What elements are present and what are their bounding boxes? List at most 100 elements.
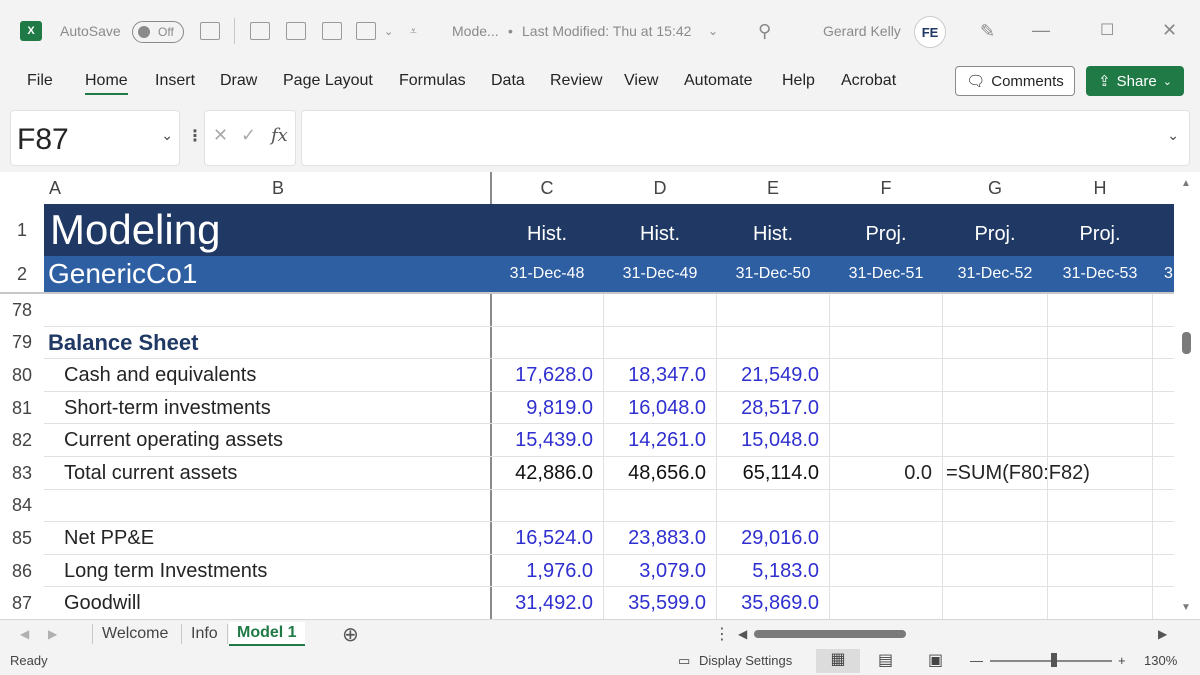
vertical-scroll-thumb[interactable] [1182, 332, 1191, 354]
row-header-82[interactable]: 82 [0, 424, 44, 457]
menu-review[interactable]: Review [550, 72, 602, 90]
zoom-level[interactable]: 130% [1144, 653, 1177, 668]
row-header-80[interactable]: 80 [0, 359, 44, 392]
menu-draw[interactable]: Draw [220, 72, 257, 90]
save-icon[interactable] [200, 22, 220, 40]
value-cell[interactable]: 48,656.0 [604, 457, 716, 490]
projection-cell[interactable] [830, 424, 942, 457]
page-break-view-icon[interactable]: ▣ [928, 650, 943, 670]
value-cell[interactable] [604, 294, 716, 327]
menu-page-layout[interactable]: Page Layout [283, 72, 373, 90]
projection-cell[interactable] [830, 327, 942, 360]
value-cell[interactable]: 1,976.0 [491, 555, 603, 588]
row-header-84[interactable]: 84 [0, 490, 44, 523]
projection-cell[interactable] [830, 587, 942, 619]
row-label[interactable]: Net PP&E [64, 522, 154, 555]
value-cell[interactable]: 35,599.0 [604, 587, 716, 619]
row-label[interactable]: Total current assets [64, 457, 237, 490]
projection-cell[interactable] [830, 392, 942, 425]
period-date[interactable]: 31-Dec-50 [717, 256, 829, 292]
value-cell[interactable] [491, 327, 603, 360]
value-cell[interactable]: 31,492.0 [491, 587, 603, 619]
value-cell[interactable]: 16,524.0 [491, 522, 603, 555]
more-options-icon[interactable]: ⋮ [187, 126, 203, 146]
normal-view-icon[interactable]: ▦ [816, 649, 860, 673]
value-cell[interactable] [491, 294, 603, 327]
projection-cell[interactable] [830, 294, 942, 327]
period-date[interactable]: 3 [1164, 256, 1174, 292]
display-settings[interactable]: Display Settings [699, 653, 792, 668]
maximize-icon[interactable]: ☐ [1100, 20, 1114, 40]
period-date[interactable]: 31-Dec-49 [604, 256, 716, 292]
zoom-slider-thumb[interactable] [1051, 653, 1057, 667]
projection-cell[interactable] [830, 490, 942, 523]
share-button[interactable]: ⇪ Share ⌄ [1086, 66, 1184, 96]
display-settings-icon[interactable]: ▭ [678, 653, 690, 669]
projection-cell[interactable] [830, 522, 942, 555]
menu-insert[interactable]: Insert [155, 72, 195, 90]
menu-data[interactable]: Data [491, 72, 525, 90]
value-cell[interactable]: 18,347.0 [604, 359, 716, 392]
value-cell[interactable]: 28,517.0 [717, 392, 829, 425]
company-name[interactable]: GenericCo1 [48, 256, 197, 292]
align-icon[interactable] [356, 22, 376, 40]
period-date[interactable]: 31-Dec-52 [943, 256, 1047, 292]
row-label[interactable]: Current operating assets [64, 424, 283, 457]
row-header-2[interactable]: 2 [0, 256, 44, 292]
column-header-d[interactable]: D [604, 172, 716, 204]
doc-title[interactable]: Mode... [452, 0, 499, 62]
cancel-icon[interactable]: ✕ [213, 125, 228, 146]
horizontal-scroll-thumb[interactable] [754, 630, 906, 638]
designer-icon[interactable]: ✎ [980, 0, 995, 62]
page-layout-view-icon[interactable]: ▤ [878, 650, 893, 670]
column-header-a[interactable]: A [44, 172, 66, 204]
zoom-out-icon[interactable]: — [970, 653, 983, 668]
row-header-1[interactable]: 1 [0, 204, 44, 256]
value-cell[interactable]: 42,886.0 [491, 457, 603, 490]
value-cell[interactable]: 16,048.0 [604, 392, 716, 425]
user-name[interactable]: Gerard Kelly [823, 0, 901, 62]
tab-info[interactable]: Info [183, 622, 226, 646]
tab-welcome[interactable]: Welcome [94, 622, 176, 646]
last-modified[interactable]: Last Modified: Thu at 15:42 [522, 0, 691, 62]
vertical-scrollbar[interactable]: ▲ ▼ [1176, 172, 1200, 619]
zoom-in-icon[interactable]: + [1118, 653, 1126, 668]
period-label[interactable]: Proj. [830, 212, 942, 256]
period-label[interactable]: Proj. [1048, 212, 1152, 256]
value-cell[interactable] [604, 327, 716, 360]
column-header-h[interactable]: H [1048, 172, 1152, 204]
column-header-b[interactable]: B [66, 172, 490, 204]
period-label[interactable]: Hist. [604, 212, 716, 256]
section-title[interactable]: Balance Sheet [48, 327, 198, 360]
scroll-down-icon[interactable]: ▼ [1181, 602, 1191, 613]
value-cell[interactable] [491, 490, 603, 523]
value-cell[interactable]: 21,549.0 [717, 359, 829, 392]
row-header-87[interactable]: 87 [0, 587, 44, 619]
autosave-toggle[interactable]: Off [132, 21, 184, 43]
model-title[interactable]: Modeling [50, 204, 220, 256]
value-cell[interactable] [717, 490, 829, 523]
scroll-tabs-left-icon[interactable]: ◀ [12, 622, 37, 646]
column-header-e[interactable]: E [717, 172, 829, 204]
worksheet-grid[interactable]: A B C D E F G H 1 Modeling Hist. Hist. H… [0, 172, 1174, 619]
value-cell[interactable]: 29,016.0 [717, 522, 829, 555]
add-sheet-icon[interactable]: ⊕ [334, 622, 367, 646]
value-cell[interactable]: 3,079.0 [604, 555, 716, 588]
projection-cell[interactable] [830, 555, 942, 588]
column-header-c[interactable]: C [491, 172, 603, 204]
formula-text-cell[interactable]: =SUM(F80:F82) [946, 457, 1090, 490]
column-header-f[interactable]: F [830, 172, 942, 204]
value-cell[interactable]: 15,048.0 [717, 424, 829, 457]
align-dropdown-icon[interactable]: ⌄ [384, 0, 393, 62]
avatar[interactable]: FE [914, 16, 946, 48]
value-cell[interactable]: 15,439.0 [491, 424, 603, 457]
column-header-g[interactable]: G [943, 172, 1047, 204]
value-cell[interactable]: 35,869.0 [717, 587, 829, 619]
row-header-79[interactable]: 79 [0, 327, 44, 360]
row-label[interactable]: Cash and equivalents [64, 359, 256, 392]
menu-home[interactable]: Home [85, 72, 128, 95]
menu-help[interactable]: Help [782, 72, 815, 90]
row-label[interactable]: Long term Investments [64, 555, 267, 588]
value-cell[interactable]: 23,883.0 [604, 522, 716, 555]
menu-formulas[interactable]: Formulas [399, 72, 466, 90]
